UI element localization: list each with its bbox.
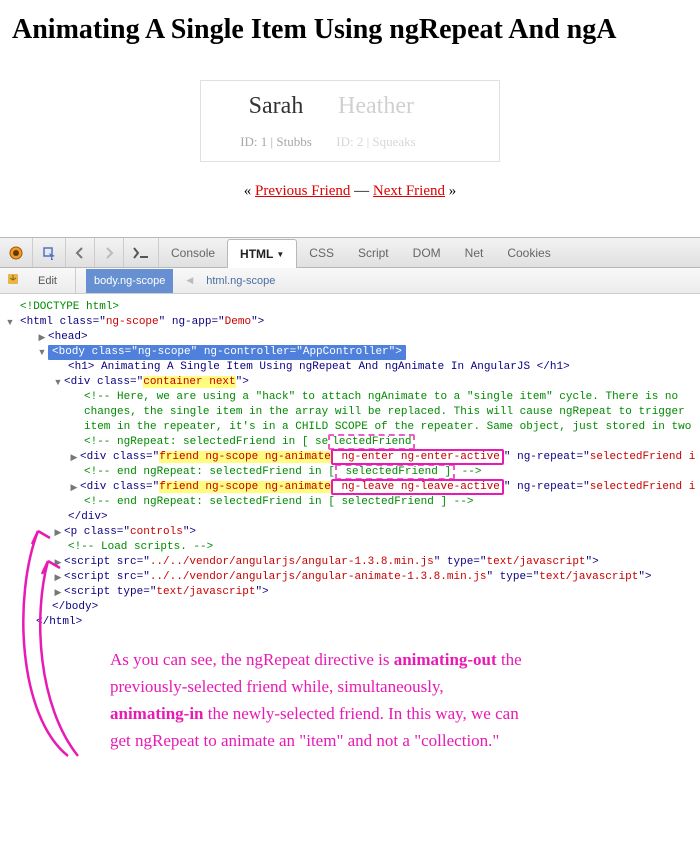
friend-card: Heather ID: 2 | Squeaks — [301, 81, 451, 161]
tree-node[interactable]: <script src="../../vendor/angularjs/angu… — [64, 570, 652, 585]
annotation-area: As you can see, the ngRepeat directive i… — [0, 636, 700, 866]
tree-node[interactable]: <h1> Animating A Single Item Using ngRep… — [68, 360, 570, 375]
tree-node[interactable]: <div class="container next"> — [64, 375, 249, 390]
inspect-icon[interactable] — [33, 238, 66, 267]
separator: — — [354, 183, 373, 199]
tab-dom[interactable]: DOM — [401, 238, 453, 267]
tree-node[interactable]: <!DOCTYPE html> — [20, 300, 119, 315]
forward-icon[interactable] — [95, 238, 124, 267]
prev-quote: « — [244, 183, 252, 199]
tree-node[interactable]: <html class="ng-scope" ng-app="Demo"> — [20, 315, 264, 330]
controls: « Previous Friend — Next Friend » — [0, 177, 700, 222]
tree-comment: <!-- ngRepeat: selectedFriend in [ selec… — [84, 435, 415, 450]
tree-node-selected[interactable]: <body class="ng-scope" ng-controller="Ap… — [48, 345, 406, 360]
tab-script[interactable]: Script — [346, 238, 401, 267]
console-toggle-icon[interactable] — [124, 238, 159, 267]
tree-comment: item in the repeater, it's in a CHILD SC… — [84, 420, 691, 435]
tab-net[interactable]: Net — [453, 238, 496, 267]
back-icon[interactable] — [66, 238, 95, 267]
tab-cookies[interactable]: Cookies — [495, 238, 562, 267]
mutation-icon[interactable] — [6, 272, 20, 289]
friend-name: Heather — [301, 81, 451, 120]
friend-subtitle: ID: 2 | Squeaks — [301, 120, 451, 150]
devtools-tabs: Console HTML▼ CSS Script DOM Net Cookies — [159, 238, 563, 267]
tab-html-label: HTML — [240, 247, 273, 261]
page-title: Animating A Single Item Using ngRepeat A… — [0, 0, 700, 54]
tab-css[interactable]: CSS — [297, 238, 346, 267]
tree-node[interactable]: <script src="../../vendor/angularjs/angu… — [64, 555, 599, 570]
breadcrumb[interactable]: html.ng-scope — [206, 275, 275, 287]
tree-node-leave[interactable]: <div class="friend ng-scope ng-animate n… — [80, 480, 695, 495]
tree-comment: <!-- end ngRepeat: selectedFriend in [ s… — [84, 495, 473, 510]
chevron-icon: ◀ — [183, 275, 196, 286]
next-quote: » — [449, 183, 457, 199]
tree-comment: changes, the single item in the array wi… — [84, 405, 685, 420]
breadcrumb-active[interactable]: body.ng-scope — [86, 269, 173, 293]
next-friend-link[interactable]: Next Friend — [373, 183, 445, 199]
friend-container: Sarah ID: 1 | Stubbs Heather ID: 2 | Squ… — [200, 80, 500, 162]
edit-button[interactable]: Edit — [30, 275, 65, 287]
tab-console[interactable]: Console — [159, 238, 227, 267]
tree-comment: <!-- Here, we are using a "hack" to atta… — [84, 390, 678, 405]
devtools-subbar: Edit body.ng-scope ◀ html.ng-scope — [0, 268, 700, 294]
previous-friend-link[interactable]: Previous Friend — [255, 183, 350, 199]
devtools-toolbar: Console HTML▼ CSS Script DOM Net Cookies — [0, 238, 700, 268]
tree-node[interactable]: <head> — [48, 330, 88, 345]
arrow-annotation-icon — [8, 476, 108, 796]
tree-node-enter[interactable]: <div class="friend ng-scope ng-animate n… — [80, 450, 695, 465]
dropdown-icon: ▼ — [273, 250, 284, 259]
tab-html[interactable]: HTML▼ — [227, 239, 297, 268]
tree-comment: <!-- end ngRepeat: selectedFriend in [ s… — [84, 465, 481, 480]
firebug-icon[interactable] — [0, 238, 33, 267]
annotation-text: As you can see, the ngRepeat directive i… — [110, 646, 670, 754]
